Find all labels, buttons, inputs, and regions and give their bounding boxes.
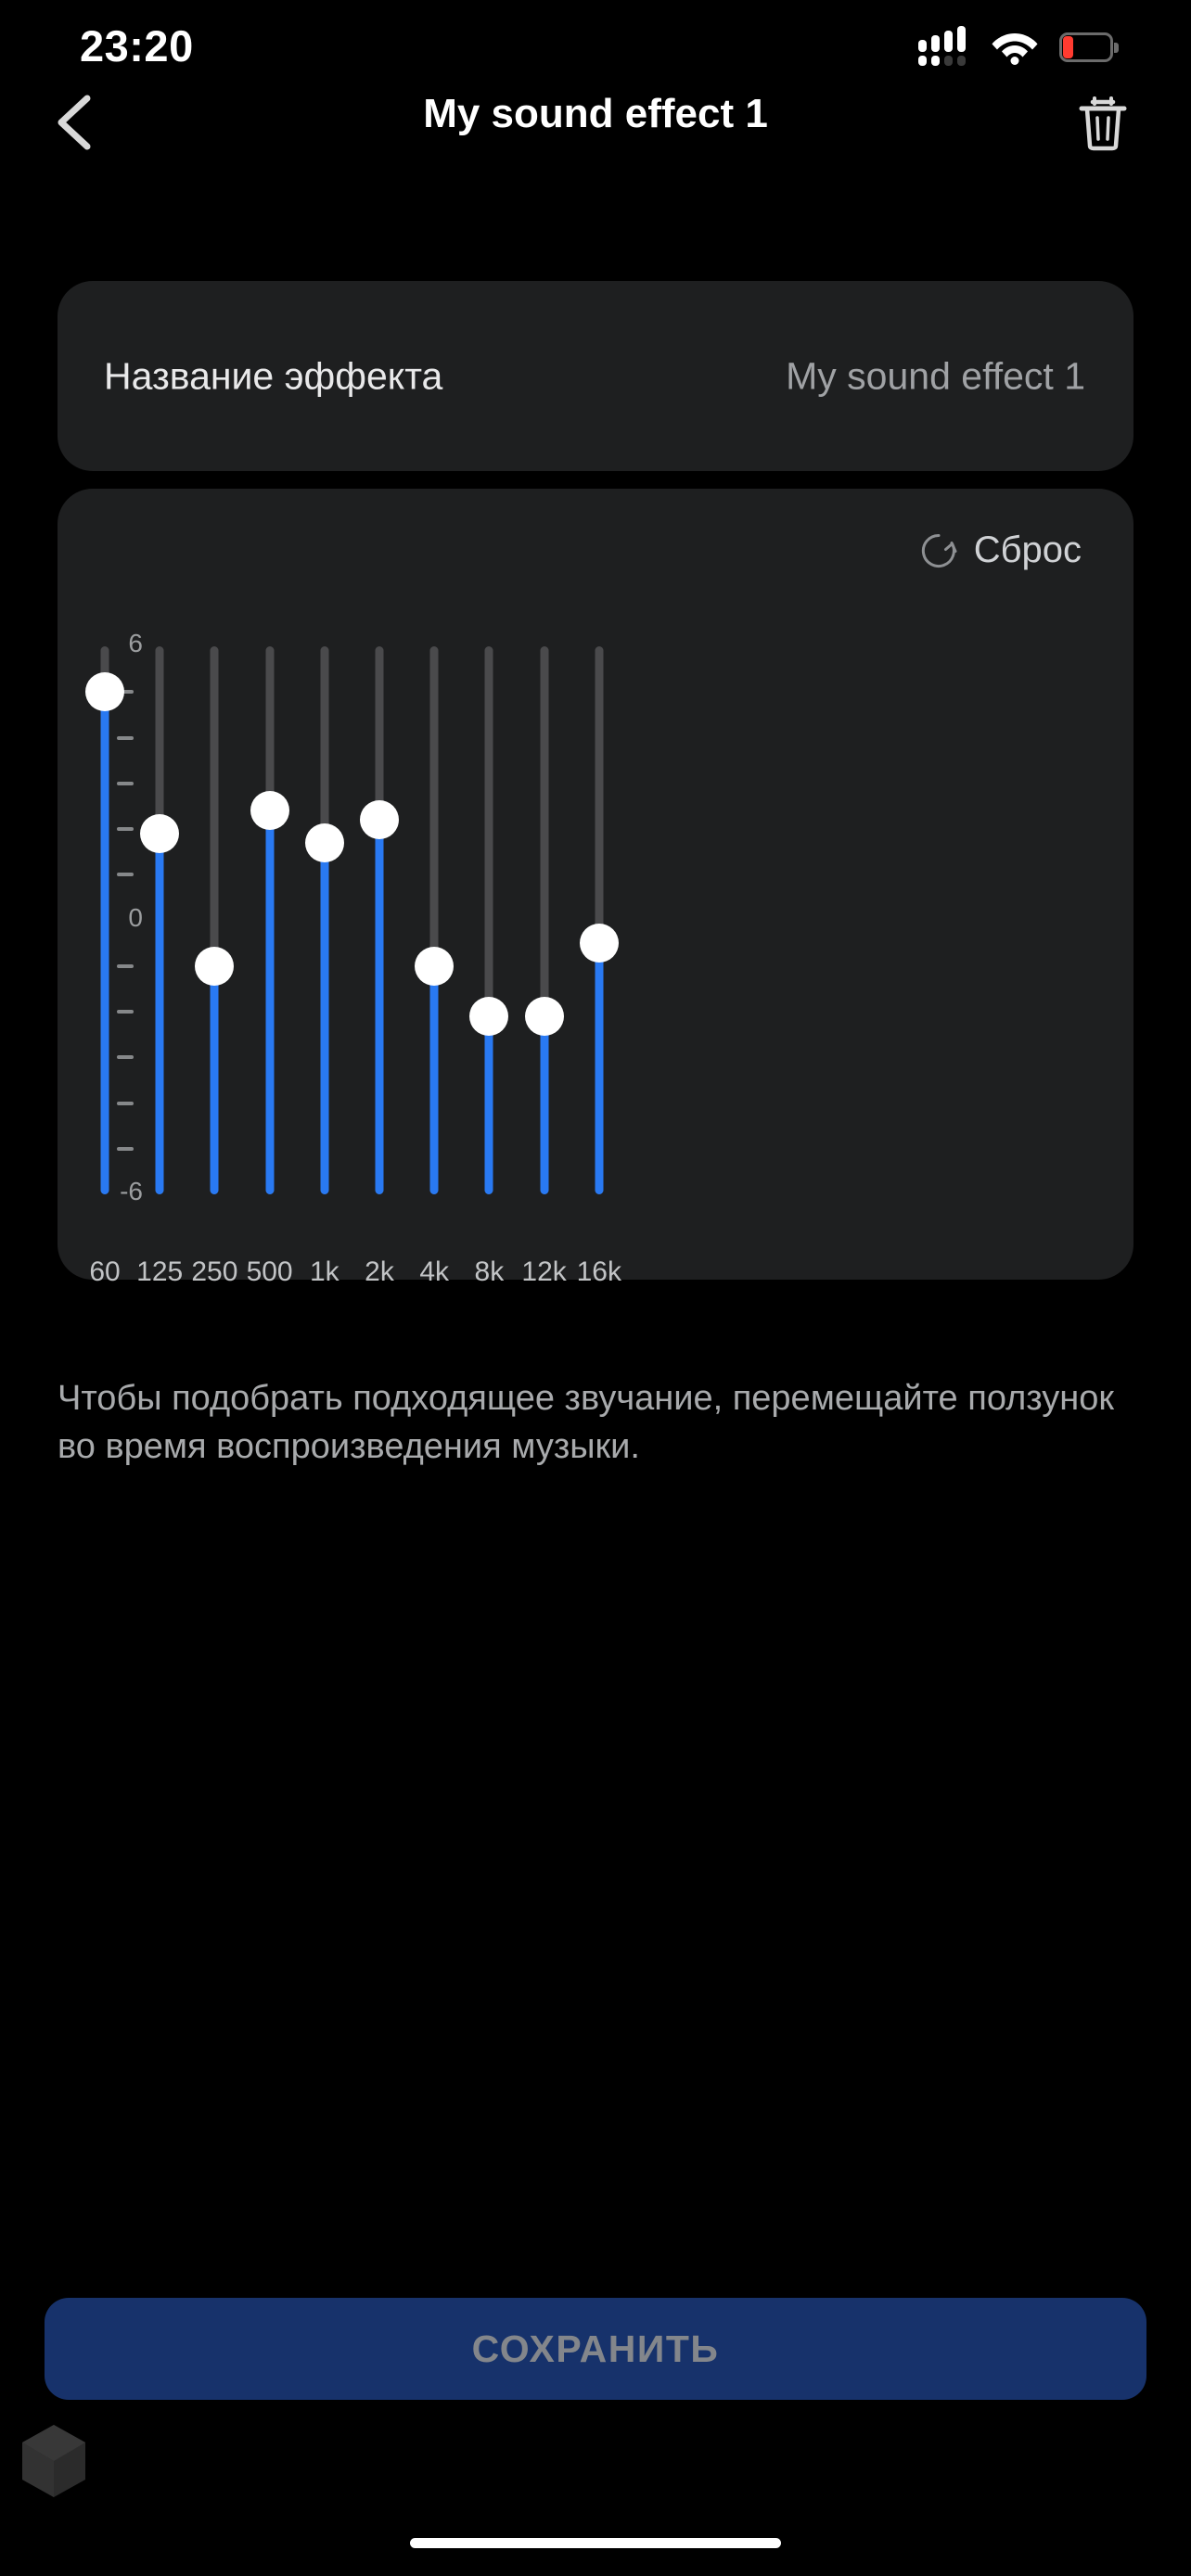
wifi-icon bbox=[992, 33, 1038, 65]
save-button-label: СОХРАНИТЬ bbox=[471, 2327, 720, 2370]
band-fill bbox=[210, 965, 219, 1194]
band-label: 8k bbox=[474, 1256, 505, 1287]
band-fill bbox=[375, 820, 384, 1194]
band-label: 1k bbox=[309, 1256, 339, 1287]
app-screen: 23:20 My sound effect 1 Название эффекта… bbox=[0, 0, 1191, 2576]
status-bar: 23:20 bbox=[0, 0, 1191, 93]
band-label: 4k bbox=[419, 1256, 450, 1287]
status-bar-clock: 23:20 bbox=[80, 21, 194, 70]
band-label: 16k bbox=[576, 1256, 621, 1287]
navigation-bar: My sound effect 1 bbox=[0, 80, 1191, 163]
band-fill bbox=[484, 1015, 493, 1194]
band-label: 60 bbox=[89, 1256, 121, 1287]
band-fill bbox=[320, 842, 329, 1194]
equalizer-card: Сброс 6 0 -6 60 125 250 500 1k 2k 4k 8k 12k 16k bbox=[58, 489, 1133, 1287]
status-bar-indicators bbox=[918, 26, 1119, 69]
effect-name-value: My sound effect 1 bbox=[786, 354, 1085, 397]
equalizer-bands: 60 125 250 500 1k 2k 4k 8k 12k 16k bbox=[58, 489, 1133, 1287]
cellular-signal-icon bbox=[918, 26, 970, 69]
page-title: My sound effect 1 bbox=[423, 91, 768, 136]
effect-name-label: Название эффекта bbox=[104, 354, 443, 397]
equalizer-band[interactable]: 16k bbox=[557, 489, 641, 1287]
save-button[interactable]: СОХРАНИТЬ bbox=[45, 2298, 1146, 2400]
hexagon-cube-icon[interactable] bbox=[20, 2423, 87, 2499]
band-label: 2k bbox=[365, 1256, 394, 1287]
home-indicator bbox=[410, 2538, 781, 2548]
band-fill bbox=[265, 810, 275, 1194]
band-fill bbox=[155, 833, 164, 1194]
band-fill bbox=[100, 692, 109, 1194]
band-thumb[interactable] bbox=[579, 924, 619, 963]
effect-name-row[interactable]: Название эффекта My sound effect 1 bbox=[58, 281, 1133, 471]
band-fill bbox=[595, 943, 604, 1194]
hint-text: Чтобы подобрать подходящее звучание, пер… bbox=[58, 1379, 1115, 1467]
band-fill bbox=[540, 1015, 549, 1194]
delete-button[interactable] bbox=[1072, 93, 1133, 152]
battery-low-icon bbox=[1059, 32, 1119, 62]
band-fill bbox=[429, 965, 439, 1194]
